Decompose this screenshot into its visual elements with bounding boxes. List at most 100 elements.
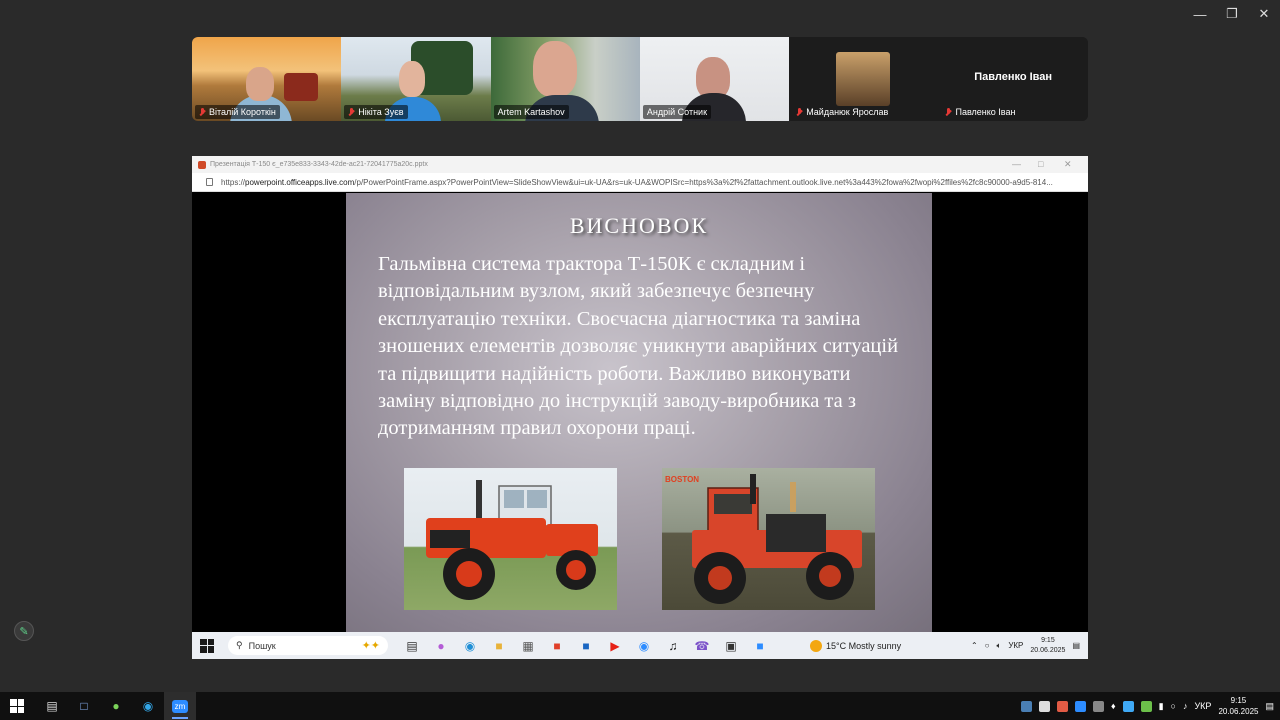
annotate-pen-icon[interactable]: ✎ [14, 621, 34, 641]
bluetooth-icon[interactable]: ♦ [1111, 701, 1116, 711]
zoom-meeting-window: — ❐ ✕ Віталій Короткін Нікіта Зуєв Artem… [0, 0, 1280, 720]
url-domain: powerpoint.officeapps.live.com [245, 177, 355, 187]
edge-icon[interactable]: ◉ [132, 692, 164, 720]
volume-icon[interactable]: ♪ [1183, 701, 1188, 711]
notifications-icon[interactable]: ▤ [1265, 701, 1274, 712]
app-tray-icon[interactable] [1122, 700, 1134, 712]
chrome-icon[interactable] [1056, 700, 1068, 712]
participant-name: Нікіта Зуєв [358, 107, 404, 117]
participant-tile-active-speaker[interactable]: Андрій Сотник [639, 37, 790, 121]
task-view-icon[interactable]: ▤ [36, 692, 68, 720]
viber-icon[interactable]: ☎ [692, 636, 712, 656]
wifi-icon[interactable]: ○ [985, 641, 990, 650]
zoom-tray-icon[interactable] [1074, 700, 1086, 712]
time: 9:15 [1041, 636, 1055, 644]
android-icon[interactable]: ● [100, 692, 132, 720]
photos-icon[interactable]: ▣ [721, 636, 741, 656]
mic-muted-icon [199, 107, 206, 117]
zoom-icon[interactable]: zm [164, 692, 196, 720]
local-pinned-apps: ▤ □ ● ◉ zm [36, 692, 196, 720]
edge-icon[interactable]: ◉ [460, 636, 480, 656]
restore-button[interactable]: ❐ [1216, 0, 1248, 28]
file-explorer-icon[interactable]: ■ [489, 636, 509, 656]
browser-title-bar: Презентація Т-150 є_e735e833-3343-42de-a… [192, 156, 1088, 173]
security-icon[interactable] [1038, 700, 1050, 712]
language-indicator[interactable]: УКР [1008, 641, 1023, 650]
search-box[interactable]: ⚲ Пошук ✦✦ [228, 636, 388, 655]
chrome-icon[interactable]: ◉ [634, 636, 654, 656]
maximize-icon[interactable]: □ [1038, 159, 1043, 169]
time: 9:15 [1230, 696, 1247, 705]
slide-body-text: Гальмівна система трактора Т-150К є скла… [378, 253, 899, 440]
tiktok-icon[interactable]: ♫ [663, 636, 683, 656]
remote-system-tray: ⌃ ○ 🔈︎ УКР 9:15 20.06.2025 ▤ [971, 636, 1088, 656]
window-controls: — ❐ ✕ [1184, 0, 1280, 28]
powerpoint-icon [198, 160, 206, 169]
participant-name: Павленко Іван [955, 107, 1016, 117]
clock[interactable]: 9:15 20.06.2025 [1218, 695, 1258, 717]
participant-name: Андрій Сотник [646, 107, 708, 117]
search-icon: ⚲ [236, 640, 243, 650]
window-title: Презентація Т-150 є_e735e833-3343-42de-a… [210, 161, 428, 168]
copilot-icon[interactable]: ● [431, 636, 451, 656]
shared-screen: Презентація Т-150 є_e735e833-3343-42de-a… [192, 156, 1088, 659]
copilot-sparkle-icon: ✦✦ [361, 640, 380, 652]
windows-start-icon[interactable] [200, 638, 214, 653]
clock[interactable]: 9:15 20.06.2025 [1030, 636, 1065, 656]
participant-tile[interactable]: Павленко Іван Павленко Іван [938, 37, 1088, 121]
close-button[interactable]: ✕ [1248, 0, 1280, 28]
local-system-tray: ♦ ▮ ○ ♪ УКР 9:15 20.06.2025 ▤ [1020, 695, 1280, 717]
battery-icon[interactable]: ▮ [1159, 701, 1164, 712]
chevron-up-icon[interactable]: ⌃ [971, 641, 978, 650]
zoom-icon[interactable]: ■ [750, 636, 770, 656]
mic-muted-icon [796, 107, 803, 117]
youtube-icon[interactable]: ▶ [605, 636, 625, 656]
app-tray-icon[interactable] [1092, 700, 1104, 712]
address-bar[interactable]: https://powerpoint.officeapps.live.com/p… [192, 173, 1088, 192]
tractor-photo-1 [404, 468, 617, 610]
participants-strip: Віталій Короткін Нікіта Зуєв Artem Karta… [192, 37, 1088, 121]
outlook-icon[interactable]: ■ [576, 636, 596, 656]
url-path: /p/PowerPointFrame.aspx?PowerPointView=S… [354, 177, 1053, 187]
screen-recorder-icon[interactable]: ■ [547, 636, 567, 656]
app-tray-icon[interactable] [1140, 700, 1152, 712]
participant-display-name: Павленко Іван [974, 71, 1053, 83]
minimize-button[interactable]: — [1184, 0, 1216, 28]
participant-tile[interactable]: Віталій Короткін [192, 37, 342, 121]
participant-tile[interactable]: Нікіта Зуєв [341, 37, 491, 121]
slide-title: ВИСНОВОК [569, 213, 709, 238]
participant-name: Майданюк Ярослав [806, 107, 889, 117]
mic-muted-icon [348, 107, 355, 117]
tractor-silhouette [284, 73, 318, 101]
remote-pinned-apps: ▤ ● ◉ ■ ▦ ■ ■ ▶ ◉ ♫ ☎ ▣ ■ [402, 636, 770, 656]
participant-tile[interactable]: Artem Kartashov [490, 37, 640, 121]
weather-text: 15°C Mostly sunny [826, 640, 902, 651]
minimize-icon[interactable]: — [1012, 159, 1021, 169]
tractor-photo-2: BOSTON [662, 468, 875, 610]
url-prefix: https:// [221, 177, 246, 187]
weather-widget[interactable]: 15°C Mostly sunny [810, 639, 902, 652]
volume-icon[interactable]: 🔈︎ [997, 641, 1002, 651]
slideshow-view: ВИСНОВОК Гальмівна система трактора Т-15… [196, 193, 1084, 632]
local-taskbar: ▤ □ ● ◉ zm ♦ ▮ ○ ♪ УКР 9:15 20.06.2025 ▤ [0, 692, 1280, 720]
notifications-icon[interactable]: ▤ [1072, 641, 1080, 650]
close-icon[interactable]: ✕ [1064, 159, 1072, 170]
sun-icon [810, 639, 822, 652]
avatar [836, 52, 891, 106]
tractor-illustration [692, 474, 862, 604]
participant-name: Віталій Короткін [209, 107, 276, 117]
task-view-icon[interactable]: ▤ [402, 636, 422, 656]
tractor-illustration [426, 480, 598, 600]
participant-tile[interactable]: Майданюк Ярослав [789, 37, 939, 121]
mic-muted-icon [945, 107, 952, 117]
store-icon[interactable]: ▦ [518, 636, 538, 656]
date: 20.06.2025 [1218, 707, 1259, 716]
wifi-icon[interactable]: ○ [1171, 701, 1176, 711]
remote-taskbar: ⚲ Пошук ✦✦ ▤ ● ◉ ■ ▦ ■ ■ ▶ ◉ ♫ ☎ ▣ ■ 15°… [192, 632, 1088, 659]
slide: ВИСНОВОК Гальмівна система трактора Т-15… [346, 193, 932, 632]
windows-start-icon[interactable] [10, 699, 24, 713]
language-indicator[interactable]: УКР [1194, 701, 1211, 711]
lock-icon [206, 178, 213, 186]
steam-icon[interactable] [1020, 700, 1032, 712]
notepad-icon[interactable]: □ [68, 692, 100, 720]
